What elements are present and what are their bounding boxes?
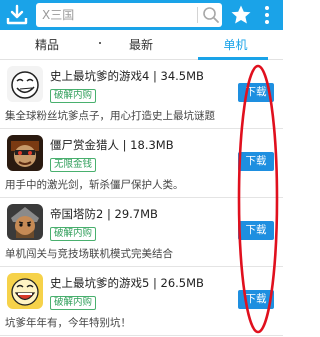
category-tabs: 精品 最新 单机 [0, 30, 283, 60]
app-badge: 无限金钱 [50, 158, 97, 172]
download-button[interactable]: 下载 [238, 290, 274, 309]
tab-dot [99, 42, 101, 44]
app-icon [7, 135, 43, 171]
app-icon [7, 273, 43, 309]
app-badge: 破解内购 [50, 89, 97, 103]
app-list-item[interactable]: 帝国塔防2 | 29.7MB 破解内购 单机闯关与竞技场联机模式完美结合 下载 [0, 199, 283, 267]
top-bar [0, 0, 283, 30]
app-description: 集全球粉丝坑爹点子，用心打造史上最坑谜题 [5, 110, 215, 122]
app-description: 坑爹年年有，今年特别坑！ [5, 317, 131, 329]
app-description: 用手中的激光剑，斩杀僵尸保护人类。 [5, 179, 184, 191]
search-icon[interactable] [202, 6, 220, 24]
zombie-hunter-icon [7, 135, 43, 171]
app-title: 史上最坑爹的游戏5 | 26.5MB [50, 276, 204, 290]
app-list-item[interactable]: 史上最坑爹的游戏4 | 34.5MB 破解内购 集全球粉丝坑爹点子，用心打造史上… [0, 61, 283, 129]
search-box[interactable] [36, 3, 222, 27]
app-icon [7, 66, 43, 102]
download-button[interactable]: 下载 [238, 152, 274, 171]
app-list-item[interactable]: 僵尸赏金猎人 | 18.3MB 无限金钱 用手中的激光剑，斩杀僵尸保护人类。 下… [0, 130, 283, 198]
app-icon [7, 204, 43, 240]
more-options-icon[interactable] [260, 4, 274, 26]
tab-latest[interactable]: 最新 [94, 30, 188, 60]
app-title: 史上最坑爹的游戏4 | 34.5MB [50, 69, 204, 83]
app-description: 单机闯关与竞技场联机模式完美结合 [5, 248, 173, 260]
app-title: 僵尸赏金猎人 | 18.3MB [50, 138, 174, 152]
search-input[interactable] [42, 6, 192, 24]
tab-featured[interactable]: 精品 [0, 30, 94, 60]
active-tab-indicator [198, 57, 268, 60]
download-button[interactable]: 下载 [238, 221, 274, 240]
app-title: 帝国塔防2 | 29.7MB [50, 207, 158, 221]
app-list-item[interactable]: 史上最坑爹的游戏5 | 26.5MB 破解内购 坑爹年年有，今年特别坑！ 下载 [0, 268, 283, 336]
app-badge: 破解内购 [50, 227, 97, 241]
favorites-star-icon[interactable] [230, 4, 252, 26]
app-badge: 破解内购 [50, 296, 97, 310]
tab-standalone[interactable]: 单机 [188, 30, 283, 60]
download-button[interactable]: 下载 [238, 83, 274, 102]
search-divider [197, 7, 198, 23]
download-manager-icon[interactable] [5, 4, 29, 26]
troll-face-icon [7, 66, 43, 102]
laughing-face-icon [7, 273, 43, 309]
empire-warrior-icon [7, 204, 43, 240]
